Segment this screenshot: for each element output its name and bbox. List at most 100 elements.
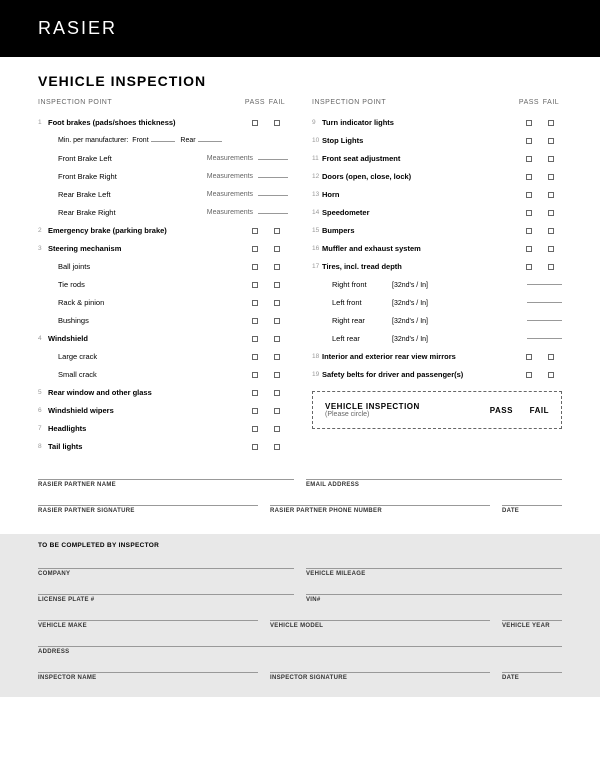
form-label: RASIER PARTNER PHONE NUMBER — [270, 508, 490, 514]
result-pass[interactable]: PASS — [490, 406, 513, 415]
fail-checkbox[interactable] — [540, 372, 562, 378]
fail-checkbox[interactable] — [266, 354, 288, 360]
pass-checkbox[interactable] — [244, 264, 266, 270]
pass-checkbox[interactable] — [518, 246, 540, 252]
form-field: DATE — [502, 492, 562, 514]
fail-checkbox[interactable] — [540, 228, 562, 234]
form-label: ADDRESS — [38, 649, 562, 655]
fail-checkbox[interactable] — [266, 336, 288, 342]
inspector-title: TO BE COMPLETED BY INSPECTOR — [38, 542, 562, 549]
row-label: Stop Lights — [322, 136, 518, 145]
form-field: ADDRESS — [38, 633, 562, 655]
row-label: Rear Brake Right — [48, 208, 207, 217]
fail-checkbox[interactable] — [540, 264, 562, 270]
form-input-line[interactable] — [306, 581, 562, 595]
fail-checkbox[interactable] — [266, 408, 288, 414]
measurement-label: Measurements — [207, 173, 288, 180]
fail-checkbox[interactable] — [266, 264, 288, 270]
fail-checkbox[interactable] — [266, 228, 288, 234]
form-input-line[interactable] — [306, 555, 562, 569]
form-input-line[interactable] — [270, 607, 490, 621]
fail-checkbox[interactable] — [266, 300, 288, 306]
right-column: INSPECTION POINT PASS FAIL 9Turn indicat… — [312, 99, 562, 456]
fail-checkbox[interactable] — [540, 210, 562, 216]
pass-checkbox[interactable] — [244, 318, 266, 324]
row-label: Speedometer — [322, 208, 518, 217]
form-input-line[interactable] — [270, 492, 490, 506]
form-label: DATE — [502, 675, 562, 681]
fail-checkbox[interactable] — [540, 120, 562, 126]
fail-checkbox[interactable] — [266, 426, 288, 432]
pass-checkbox[interactable] — [244, 336, 266, 342]
row-label: Bumpers — [322, 226, 518, 235]
form-input-line[interactable] — [38, 466, 294, 480]
pass-checkbox[interactable] — [244, 282, 266, 288]
form-label: VEHICLE MODEL — [270, 623, 490, 629]
fail-checkbox[interactable] — [266, 282, 288, 288]
fail-checkbox[interactable] — [540, 246, 562, 252]
inspection-row: Large crack — [38, 348, 288, 365]
row-number: 18 — [312, 353, 322, 360]
fail-checkbox[interactable] — [540, 192, 562, 198]
fail-checkbox[interactable] — [266, 318, 288, 324]
form-input-line[interactable] — [306, 466, 562, 480]
form-label: VIN# — [306, 597, 562, 603]
fail-checkbox[interactable] — [540, 174, 562, 180]
pass-checkbox[interactable] — [244, 444, 266, 450]
inspection-row: 18Interior and exterior rear view mirror… — [312, 348, 562, 365]
pass-checkbox[interactable] — [244, 120, 266, 126]
fail-checkbox[interactable] — [540, 138, 562, 144]
pass-checkbox[interactable] — [244, 246, 266, 252]
pass-checkbox[interactable] — [518, 138, 540, 144]
pass-checkbox[interactable] — [518, 264, 540, 270]
fail-checkbox[interactable] — [266, 246, 288, 252]
row-label: Left rear[32nd's / In] — [322, 334, 527, 343]
fail-checkbox[interactable] — [266, 444, 288, 450]
tire-input[interactable] — [527, 338, 562, 339]
row-label: Right rear[32nd's / In] — [322, 316, 527, 325]
fail-checkbox[interactable] — [540, 156, 562, 162]
form-input-line[interactable] — [502, 659, 562, 673]
form-input-line[interactable] — [38, 659, 258, 673]
inspection-row: 6Windshield wipers — [38, 402, 288, 419]
form-input-line[interactable] — [502, 492, 562, 506]
form-input-line[interactable] — [38, 581, 294, 595]
pass-checkbox[interactable] — [244, 300, 266, 306]
form-input-line[interactable] — [38, 633, 562, 647]
form-input-line[interactable] — [38, 555, 294, 569]
pass-checkbox[interactable] — [518, 210, 540, 216]
tire-input[interactable] — [527, 284, 562, 285]
fail-checkbox[interactable] — [540, 354, 562, 360]
brand: RASIER — [38, 18, 117, 38]
measurement-label: Measurements — [207, 155, 288, 162]
fail-checkbox[interactable] — [266, 120, 288, 126]
pass-checkbox[interactable] — [518, 192, 540, 198]
pass-checkbox[interactable] — [244, 390, 266, 396]
form-input-line[interactable] — [502, 607, 562, 621]
form-field: VEHICLE MILEAGE — [306, 555, 562, 577]
form-input-line[interactable] — [38, 607, 258, 621]
result-fail[interactable]: FAIL — [530, 406, 549, 415]
pass-checkbox[interactable] — [244, 354, 266, 360]
pass-checkbox[interactable] — [244, 408, 266, 414]
fail-checkbox[interactable] — [266, 372, 288, 378]
pass-checkbox[interactable] — [518, 354, 540, 360]
pass-checkbox[interactable] — [244, 228, 266, 234]
left-column: INSPECTION POINT PASS FAIL 1Foot brakes … — [38, 99, 288, 456]
form-input-line[interactable] — [38, 492, 258, 506]
inspection-row: Rear Brake RightMeasurements — [38, 204, 288, 221]
pass-checkbox[interactable] — [518, 156, 540, 162]
tire-input[interactable] — [527, 302, 562, 303]
pass-checkbox[interactable] — [244, 372, 266, 378]
pass-checkbox[interactable] — [518, 174, 540, 180]
inspection-row: 17Tires, incl. tread depth — [312, 258, 562, 275]
pass-checkbox[interactable] — [518, 120, 540, 126]
column-header: INSPECTION POINT PASS FAIL — [312, 99, 562, 106]
form-field: RASIER PARTNER PHONE NUMBER — [270, 492, 490, 514]
pass-checkbox[interactable] — [518, 228, 540, 234]
tire-input[interactable] — [527, 320, 562, 321]
fail-checkbox[interactable] — [266, 390, 288, 396]
form-input-line[interactable] — [270, 659, 490, 673]
pass-checkbox[interactable] — [244, 426, 266, 432]
pass-checkbox[interactable] — [518, 372, 540, 378]
